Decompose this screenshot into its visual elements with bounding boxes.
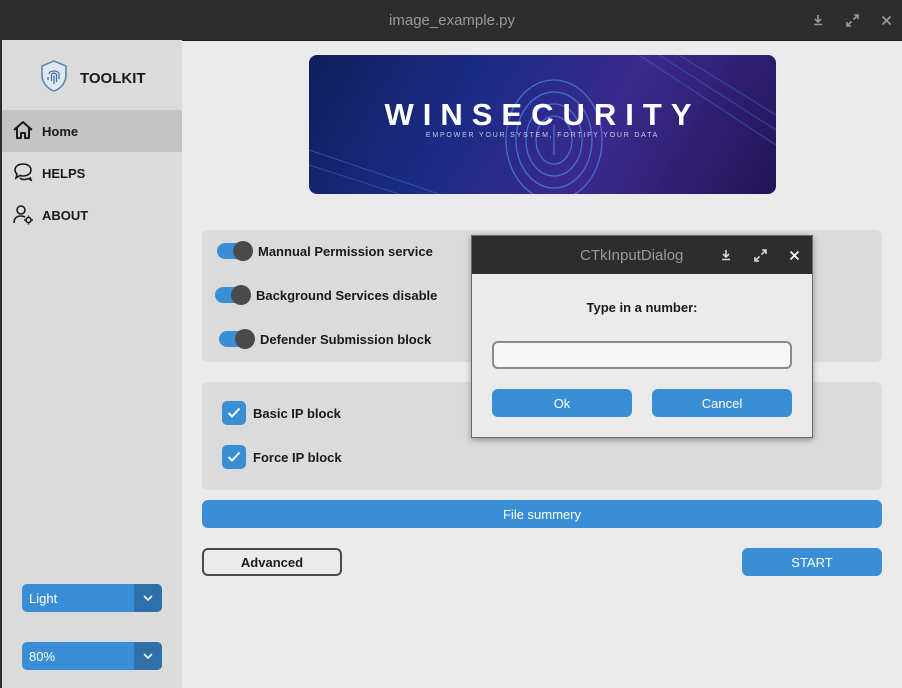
scaling-value: 80%: [29, 648, 56, 664]
sidebar-item-label: Home: [42, 123, 79, 139]
toggle-switch[interactable]: [215, 285, 251, 305]
file-summary-button[interactable]: File summery: [202, 500, 882, 528]
toggle-switch[interactable]: [219, 329, 255, 349]
dialog-controls: [718, 236, 802, 274]
scaling-select[interactable]: 80%: [22, 642, 162, 670]
checkbox-basic-ip-block[interactable]: Basic IP block: [222, 401, 341, 425]
input-dialog: CTkInputDialog Type in a number: Ok Canc…: [471, 235, 813, 438]
dialog-title: CTkInputDialog: [580, 246, 684, 264]
checkbox-label: Force IP block: [253, 449, 342, 465]
sidebar-item-about[interactable]: ABOUT: [2, 194, 182, 236]
close-icon[interactable]: [878, 12, 894, 28]
checkbox-box[interactable]: [222, 445, 246, 469]
app-window: image_example.py TOOLKIT Home HELPS ABOU…: [2, 0, 902, 688]
number-input[interactable]: [492, 341, 792, 369]
cancel-button[interactable]: Cancel: [652, 389, 792, 417]
start-button[interactable]: START: [742, 548, 882, 576]
dialog-titlebar: CTkInputDialog: [472, 236, 812, 274]
switch-background-services[interactable]: Background Services disable: [215, 285, 438, 305]
switch-defender-submission[interactable]: Defender Submission block: [219, 329, 432, 349]
check-icon: [227, 451, 241, 462]
chat-icon: [12, 161, 34, 186]
chevron-down-icon[interactable]: [134, 642, 162, 670]
shield-fingerprint-icon: [40, 60, 68, 97]
maximize-icon[interactable]: [752, 247, 768, 263]
checkbox-label: Basic IP block: [253, 405, 341, 421]
sidebar-item-label: ABOUT: [42, 207, 89, 223]
switch-label: Defender Submission block: [260, 331, 432, 347]
minimize-icon[interactable]: [810, 12, 826, 28]
sidebar: TOOLKIT Home HELPS ABOUT Light 80%: [2, 40, 182, 688]
ok-button[interactable]: Ok: [492, 389, 632, 417]
window-titlebar: image_example.py: [2, 0, 902, 41]
window-title: image_example.py: [389, 11, 515, 29]
appearance-mode-value: Light: [29, 590, 58, 606]
user-gear-icon: [12, 203, 34, 228]
sidebar-item-helps[interactable]: HELPS: [2, 152, 182, 194]
appearance-mode-select[interactable]: Light: [22, 584, 162, 612]
home-icon: [12, 119, 34, 144]
banner-image: WINSECURITY EMPOWER YOUR SYSTEM, FORTIFY…: [309, 55, 776, 194]
window-controls: [810, 0, 894, 40]
chevron-down-icon[interactable]: [134, 584, 162, 612]
checkbox-box[interactable]: [222, 401, 246, 425]
banner-subtitle: EMPOWER YOUR SYSTEM, FORTIFY YOUR DATA: [425, 132, 660, 139]
maximize-icon[interactable]: [844, 12, 860, 28]
logo: TOOLKIT: [40, 60, 146, 97]
sidebar-item-label: HELPS: [42, 165, 86, 181]
checkbox-force-ip-block[interactable]: Force IP block: [222, 445, 342, 469]
switch-manual-permission[interactable]: Mannual Permission service: [217, 241, 433, 261]
advanced-button[interactable]: Advanced: [202, 548, 342, 576]
toggle-switch[interactable]: [217, 241, 253, 261]
close-icon[interactable]: [786, 247, 802, 263]
dialog-prompt: Type in a number:: [586, 300, 698, 315]
check-icon: [227, 407, 241, 418]
sidebar-item-home[interactable]: Home: [2, 110, 182, 152]
banner-title: WINSECURITY: [384, 97, 701, 132]
switch-label: Background Services disable: [256, 287, 438, 303]
logo-text: TOOLKIT: [80, 70, 146, 87]
switch-label: Mannual Permission service: [258, 243, 433, 259]
minimize-icon[interactable]: [718, 247, 734, 263]
